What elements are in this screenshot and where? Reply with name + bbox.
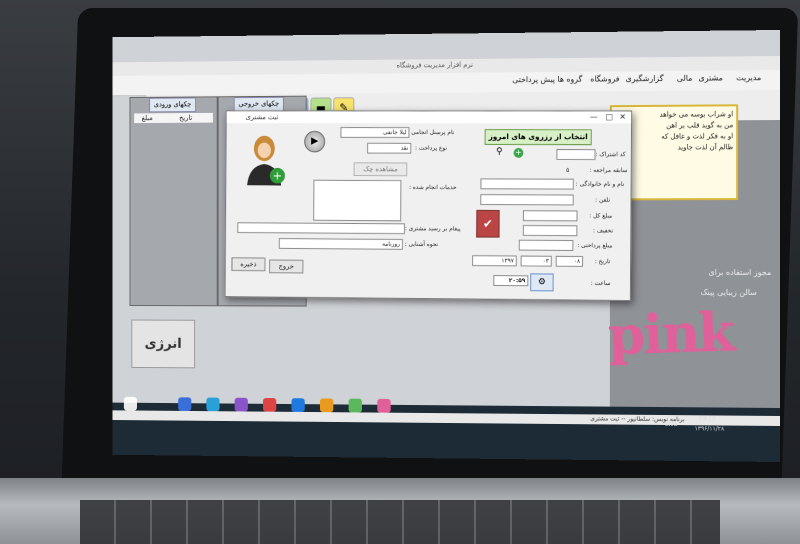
salon-name: سالن زیبایی پینک <box>701 288 757 297</box>
total-amount-label: مبلغ کل : <box>589 212 612 219</box>
date-year-select[interactable]: ۱۳۹۷ <box>472 255 517 266</box>
dialog-titlebar: ثبت مشتری — □ ✕ <box>227 111 631 123</box>
pink-logo: pink <box>607 300 734 367</box>
checks-in-panel: چکهای ورودی مبلغ تاریخ <box>129 96 217 306</box>
menu-foroshgah[interactable]: فروشگاه <box>590 74 619 83</box>
name-family-input[interactable] <box>480 178 573 189</box>
date-month-select[interactable]: ۰۳ <box>521 256 552 267</box>
svg-text:+: + <box>273 169 283 183</box>
taskbar-app-icon[interactable] <box>235 398 248 412</box>
save-button[interactable]: ذخیره <box>231 257 265 271</box>
date-label: تاریخ : <box>595 258 611 265</box>
sms-message-input[interactable] <box>237 222 405 234</box>
close-icon[interactable]: ✕ <box>619 112 626 121</box>
poem-line: او شراب بوسه می خواهد <box>615 109 733 121</box>
play-icon[interactable]: ▶ <box>304 131 325 153</box>
payment-type-select[interactable]: نقد <box>367 143 411 154</box>
abacus-icon: ✔ <box>476 210 499 238</box>
discount-label: تخفیف : <box>593 227 613 234</box>
payment-type-label: نوع پرداخت : <box>415 145 447 152</box>
app-title: نرم افزار مدیریت فروشگاه <box>396 61 473 70</box>
screen: نرم افزار مدیریت فروشگاه مدیریت مشتری ما… <box>113 30 780 462</box>
customer-dialog: ثبت مشتری — □ ✕ + ▶ انتخاب از رزروی های … <box>225 110 633 301</box>
paid-amount-input[interactable] <box>519 240 574 251</box>
date-day-select[interactable]: ۰۸ <box>556 256 583 267</box>
subscriber-code-label: کد اشتراک : <box>596 151 626 158</box>
view-check-button[interactable]: مشاهده چک <box>354 162 408 176</box>
dialog-title: ثبت مشتری <box>246 113 279 121</box>
maximize-icon[interactable]: □ <box>606 112 613 121</box>
taskbar-app-icon[interactable] <box>291 398 304 412</box>
menu-groups[interactable]: گروه ها پیش پرداختی <box>512 75 582 84</box>
exit-button[interactable]: خروج <box>269 260 303 274</box>
sms-message-label: پیغام بر رسید مشتری : <box>405 225 461 232</box>
taskbar-app-icon[interactable] <box>349 399 362 413</box>
tray-language[interactable]: ENG <box>665 421 678 428</box>
poem-line: ظالم آن لذت جاوید <box>615 142 733 154</box>
reference-history-label: سابقه مراجعه : <box>590 167 628 174</box>
menu-gozareshgiri[interactable]: گزارشگیری <box>626 74 664 83</box>
services-textarea[interactable] <box>313 180 401 222</box>
time-input[interactable]: ۲۰:۵۹ <box>493 275 528 286</box>
taskbar-app-icon[interactable] <box>377 399 390 413</box>
services-label: خدمات انجام شده : <box>409 184 457 191</box>
time-label: ساعت : <box>591 280 611 287</box>
reference-history-value: ۵ <box>566 167 569 174</box>
taskbar-app-icon[interactable] <box>206 398 219 412</box>
add-icon[interactable]: + <box>514 148 524 158</box>
menu-modiriat[interactable]: مدیریت <box>736 73 761 82</box>
phone-input[interactable] <box>480 194 573 205</box>
menu-mali[interactable]: مالی <box>677 74 693 83</box>
customer-avatar-icon: + <box>243 133 285 186</box>
acquaintance-select[interactable]: روزنامه <box>279 238 403 250</box>
clock-icon[interactable]: ⚙ <box>530 273 553 291</box>
discount-input[interactable] <box>523 225 578 236</box>
poem-line: من به گوید قلب بر اهن <box>615 120 733 132</box>
staff-label: نام پرسنل انجامی : <box>407 129 454 136</box>
phone-label: تلفن : <box>595 197 610 204</box>
license-note: مجوز استفاده برای <box>708 268 771 277</box>
subscriber-code-input[interactable] <box>556 149 595 160</box>
search-icon[interactable]: ⚲ <box>496 147 502 157</box>
select-today-reservations-button[interactable]: انتخاب از رزروی های امروز <box>485 129 592 145</box>
poem-line: او به فکر لذت و غافل که <box>615 131 733 143</box>
company-logo: انرژی <box>131 320 195 369</box>
taskbar-app-icon[interactable] <box>178 397 191 411</box>
tray-date: ۱۳۹۶/۱۱/۲۸ <box>695 425 725 432</box>
col-amount: مبلغ <box>142 113 153 123</box>
staff-select[interactable]: لیلا جانفی <box>340 127 409 138</box>
col-date: تاریخ <box>179 113 192 123</box>
checks-in-tab[interactable]: چکهای ورودی <box>149 97 196 112</box>
taskbar-app-icon[interactable] <box>263 398 276 412</box>
total-amount-input[interactable] <box>523 210 578 221</box>
menu-moshtari[interactable]: مشتری <box>699 73 723 82</box>
paid-amount-label: مبلغ پرداختی : <box>577 242 612 249</box>
tray-time: 09:18 <box>699 415 716 422</box>
minimize-icon[interactable]: — <box>590 112 598 121</box>
name-family-label: نام و نام خانوادگی : <box>576 181 625 188</box>
checks-in-header: مبلغ تاریخ <box>134 113 213 123</box>
keyboard <box>80 500 720 544</box>
windows-start-icon[interactable] <box>124 397 137 411</box>
acquaintance-label: نحوه آشنایی : <box>405 241 438 248</box>
taskbar-app-icon[interactable] <box>320 398 333 412</box>
